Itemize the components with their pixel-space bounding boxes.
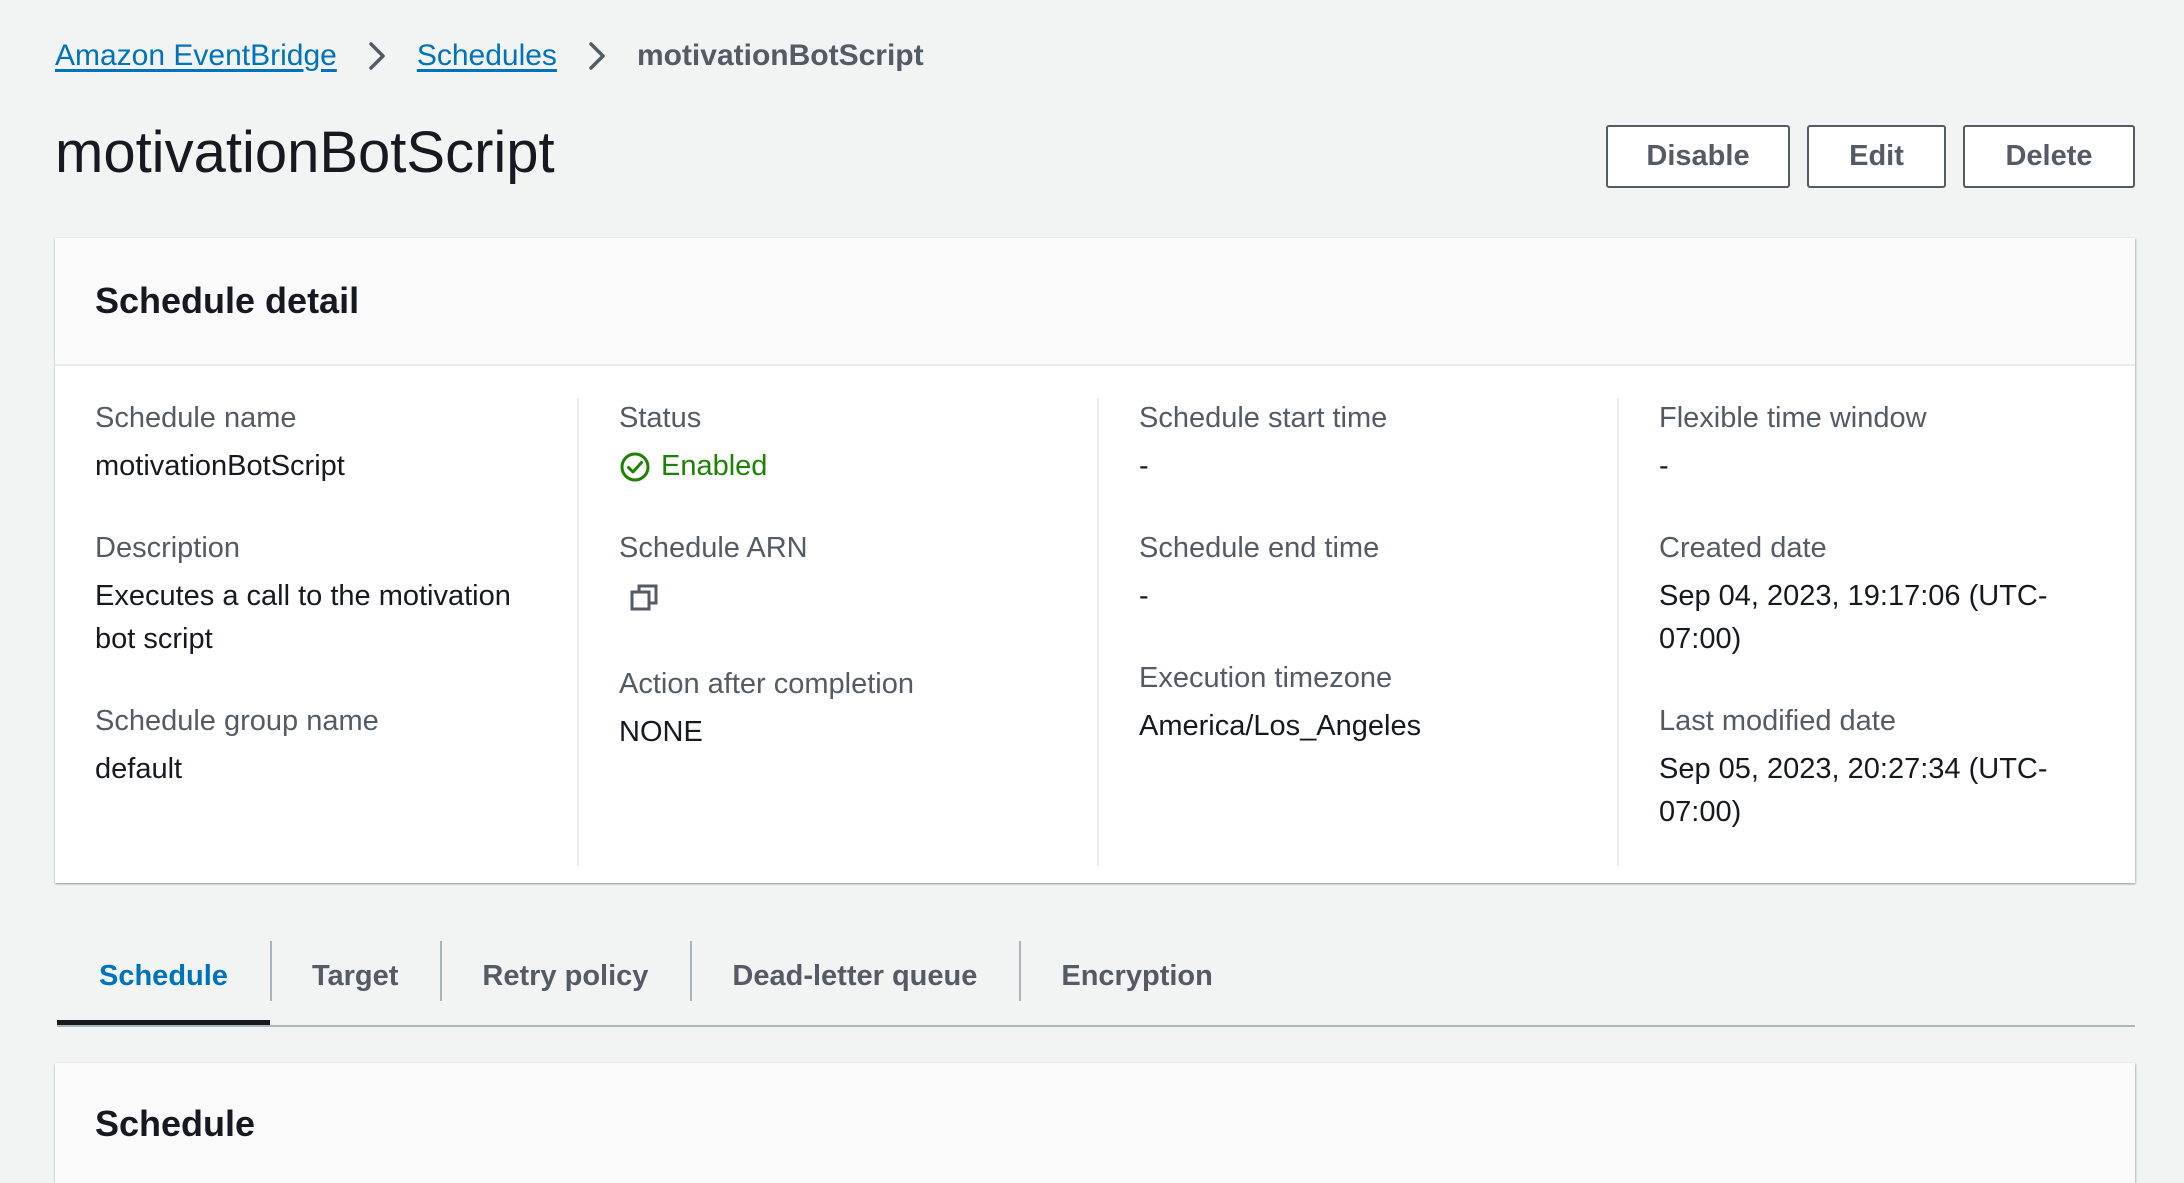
created-date-field: Created date Sep 04, 2023, 19:17:06 (UTC… bbox=[1659, 528, 2079, 661]
check-circle-icon bbox=[620, 452, 650, 481]
schedule-section-panel: Schedule bbox=[55, 1063, 2135, 1183]
delete-button[interactable]: Delete bbox=[1963, 125, 2135, 188]
schedule-group-value: default bbox=[95, 753, 183, 785]
breadcrumb-link-eventbridge[interactable]: Amazon EventBridge bbox=[55, 36, 337, 76]
breadcrumb-link-schedules[interactable]: Schedules bbox=[417, 36, 557, 76]
created-date-value: Sep 04, 2023, 19:17:06 (UTC-07:00) bbox=[1659, 580, 2048, 655]
detail-tabs: Schedule Target Retry policy Dead-letter… bbox=[57, 937, 2135, 1027]
start-time-label: Schedule start time bbox=[1139, 402, 1388, 434]
schedule-arn-label: Schedule ARN bbox=[619, 532, 808, 564]
detail-column-3: Schedule start time - Schedule end time … bbox=[1097, 398, 1617, 866]
status-label: Status bbox=[619, 402, 702, 434]
tab-encryption[interactable]: Encryption bbox=[1019, 937, 1254, 1023]
tab-dead-letter-queue-label: Dead-letter queue bbox=[732, 959, 978, 992]
description-label: Description bbox=[95, 532, 241, 564]
header-actions: Disable Edit Delete bbox=[1606, 125, 2135, 188]
end-time-label: Schedule end time bbox=[1139, 532, 1380, 564]
copy-icon[interactable] bbox=[629, 583, 659, 618]
action-after-completion-value: NONE bbox=[619, 716, 703, 748]
description-field: Description Executes a call to the motiv… bbox=[95, 528, 557, 661]
schedule-name-value: motivationBotScript bbox=[95, 450, 345, 482]
schedule-group-field: Schedule group name default bbox=[95, 701, 557, 791]
timezone-field: Execution timezone America/Los_Angeles bbox=[1139, 658, 1597, 748]
tab-retry-policy[interactable]: Retry policy bbox=[440, 937, 690, 1023]
tab-encryption-label: Encryption bbox=[1061, 959, 1213, 992]
disable-button[interactable]: Disable bbox=[1606, 125, 1790, 188]
chevron-right-icon bbox=[589, 42, 605, 70]
schedule-section-title: Schedule bbox=[95, 1103, 256, 1144]
schedule-arn-field: Schedule ARN bbox=[619, 528, 1077, 618]
schedule-name-label: Schedule name bbox=[95, 402, 297, 434]
modified-date-field: Last modified date Sep 05, 2023, 20:27:3… bbox=[1659, 701, 2079, 834]
tab-target[interactable]: Target bbox=[269, 937, 440, 1023]
schedule-detail-header: Schedule detail bbox=[55, 238, 2135, 366]
action-after-completion-field: Action after completion NONE bbox=[619, 664, 1077, 754]
detail-column-4: Flexible time window - Created date Sep … bbox=[1617, 398, 2099, 866]
schedule-group-label: Schedule group name bbox=[95, 705, 379, 737]
status-field: Status Enabled bbox=[619, 398, 1077, 488]
flexible-window-label: Flexible time window bbox=[1659, 402, 1927, 434]
schedule-detail-body: Schedule name motivationBotScript Descri… bbox=[55, 366, 2135, 866]
breadcrumb: Amazon EventBridge Schedules motivationB… bbox=[55, 36, 924, 76]
end-time-value: - bbox=[1139, 580, 1149, 612]
detail-column-2: Status Enabled Schedule ARN Action after… bbox=[577, 398, 1097, 866]
flexible-window-value: - bbox=[1659, 450, 1669, 482]
modified-date-label: Last modified date bbox=[1659, 705, 1896, 737]
tab-schedule-label: Schedule bbox=[99, 959, 228, 992]
status-value: Enabled bbox=[661, 450, 768, 482]
start-time-value: - bbox=[1139, 450, 1149, 482]
schedule-detail-title: Schedule detail bbox=[95, 280, 360, 321]
timezone-label: Execution timezone bbox=[1139, 662, 1393, 694]
edit-button[interactable]: Edit bbox=[1807, 125, 1946, 188]
tab-target-label: Target bbox=[311, 959, 399, 992]
description-value: Executes a call to the motivation bot sc… bbox=[95, 580, 511, 655]
modified-date-value: Sep 05, 2023, 20:27:34 (UTC-07:00) bbox=[1659, 753, 2048, 828]
schedule-detail-panel: Schedule detail Schedule name motivation… bbox=[55, 238, 2135, 883]
tab-schedule[interactable]: Schedule bbox=[57, 937, 270, 1025]
action-after-completion-label: Action after completion bbox=[619, 668, 914, 700]
end-time-field: Schedule end time - bbox=[1139, 528, 1597, 618]
created-date-label: Created date bbox=[1659, 532, 1827, 564]
page-title: motivationBotScript bbox=[55, 120, 555, 185]
schedule-name-field: Schedule name motivationBotScript bbox=[95, 398, 557, 488]
tab-retry-policy-label: Retry policy bbox=[482, 959, 649, 992]
chevron-right-icon bbox=[369, 42, 385, 70]
timezone-value: America/Los_Angeles bbox=[1139, 710, 1422, 742]
breadcrumb-current: motivationBotScript bbox=[636, 39, 924, 72]
tab-dead-letter-queue[interactable]: Dead-letter queue bbox=[690, 937, 1019, 1023]
start-time-field: Schedule start time - bbox=[1139, 398, 1597, 488]
status-indicator: Enabled bbox=[619, 445, 1077, 488]
detail-column-1: Schedule name motivationBotScript Descri… bbox=[95, 398, 577, 866]
flexible-window-field: Flexible time window - bbox=[1659, 398, 2079, 488]
